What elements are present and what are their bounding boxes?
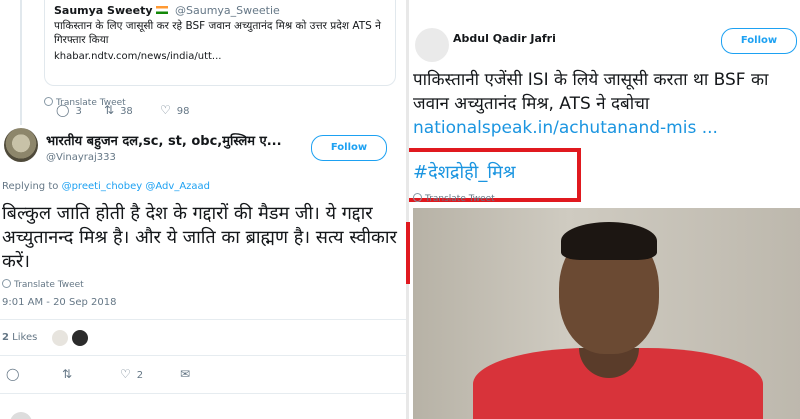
mention-link[interactable]: @Adv_Azaad: [145, 181, 210, 192]
reply-button[interactable]: ◯ 3: [56, 103, 82, 117]
hashtag[interactable]: #देशद्रोही_मिश्र: [413, 160, 516, 184]
liker-avatar[interactable]: [72, 330, 88, 346]
replying-to: Replying to @preeti_chobey @Adv_Azaad: [2, 181, 210, 192]
retweet-icon: ⇅: [62, 367, 73, 381]
left-tweet-panel: Saumya Sweety @Saumya_Sweetie पाकिस्तान …: [0, 0, 406, 419]
right-tweet-panel: Abdul Qadir Jafri Follow पाकिस्तानी एजें…: [406, 0, 800, 419]
reply-button[interactable]: ◯: [6, 367, 25, 381]
likes-label: Likes: [12, 332, 38, 343]
translate-link[interactable]: Translate Tweet: [413, 193, 495, 204]
retweet-icon: ⇅: [104, 103, 115, 117]
india-flag-icon: [155, 6, 168, 14]
translate-link[interactable]: Translate Tweet: [2, 279, 84, 290]
avatar: [10, 412, 32, 419]
author-name[interactable]: Abdul Qadir Jafri: [453, 32, 556, 45]
replying-prefix: Replying to: [2, 181, 59, 192]
tweet-text: बिल्कुल जाति होती है देश के गद्दारों की …: [2, 203, 397, 272]
quoted-tweet-text: पाकिस्तान के लिए जासूसी कर रहे BSF जवान …: [54, 20, 381, 46]
reply-icon: ◯: [6, 367, 20, 381]
globe-icon: [413, 193, 422, 202]
like-count: 2: [136, 370, 144, 381]
globe-icon: [2, 279, 11, 288]
reply-icon: ◯: [56, 103, 70, 117]
mention-link[interactable]: @preeti_chobey: [62, 181, 143, 192]
quoted-action-bar: ◯ 3 ⇅ 38 ♡ 98: [48, 103, 388, 117]
heart-icon: ♡: [120, 367, 131, 381]
like-button[interactable]: ♡ 2: [120, 367, 143, 381]
timestamp[interactable]: 9:01 AM - 20 Sep 2018: [2, 297, 116, 308]
heart-icon: ♡: [160, 103, 171, 117]
quoted-tweet-header: Saumya Sweety @Saumya_Sweetie: [54, 4, 280, 17]
tweet-text: पाकिस्तानी एजेंसी ISI के लिये जासूसी करत…: [413, 70, 769, 114]
follow-button[interactable]: Follow: [311, 135, 387, 161]
author-handle[interactable]: @Vinayraj333: [46, 152, 116, 163]
divider: [0, 393, 406, 394]
message-button[interactable]: ✉: [180, 367, 196, 381]
avatar[interactable]: [4, 128, 38, 162]
divider: [0, 355, 406, 356]
follow-button[interactable]: Follow: [721, 28, 797, 54]
thread-line: [20, 0, 22, 125]
retweet-button[interactable]: ⇅: [62, 367, 78, 381]
envelope-icon: ✉: [180, 367, 191, 381]
translate-label: Translate Tweet: [425, 194, 495, 204]
quoted-author-handle[interactable]: @Saumya_Sweetie: [175, 4, 280, 17]
likes-count: 2: [2, 332, 9, 343]
tweet-photo[interactable]: [413, 208, 800, 419]
quoted-tweet[interactable]: Saumya Sweety @Saumya_Sweetie पाकिस्तान …: [44, 0, 396, 86]
retweet-count: 38: [120, 106, 133, 117]
like-count: 98: [176, 106, 190, 117]
quoted-tweet-link[interactable]: khabar.ndtv.com/news/india/utt...: [54, 51, 221, 62]
retweet-button[interactable]: ⇅ 38: [104, 103, 133, 117]
highlight-marker: [406, 222, 410, 284]
author-name[interactable]: भारतीय बहुजन दल,sc, st, obc,मुस्लिम ए...: [46, 131, 282, 149]
like-button[interactable]: ♡ 98: [160, 103, 190, 117]
reply-count: 3: [75, 106, 82, 117]
photo-hair: [561, 222, 657, 260]
avatar[interactable]: [415, 28, 449, 62]
liker-avatar[interactable]: [52, 330, 68, 346]
tweet-link[interactable]: nationalspeak.in/achutanand-mis ...: [413, 118, 718, 138]
quoted-author-name[interactable]: Saumya Sweety: [54, 4, 153, 17]
divider: [0, 319, 406, 320]
translate-label: Translate Tweet: [14, 280, 84, 290]
likes-summary[interactable]: 2 Likes: [2, 332, 37, 343]
